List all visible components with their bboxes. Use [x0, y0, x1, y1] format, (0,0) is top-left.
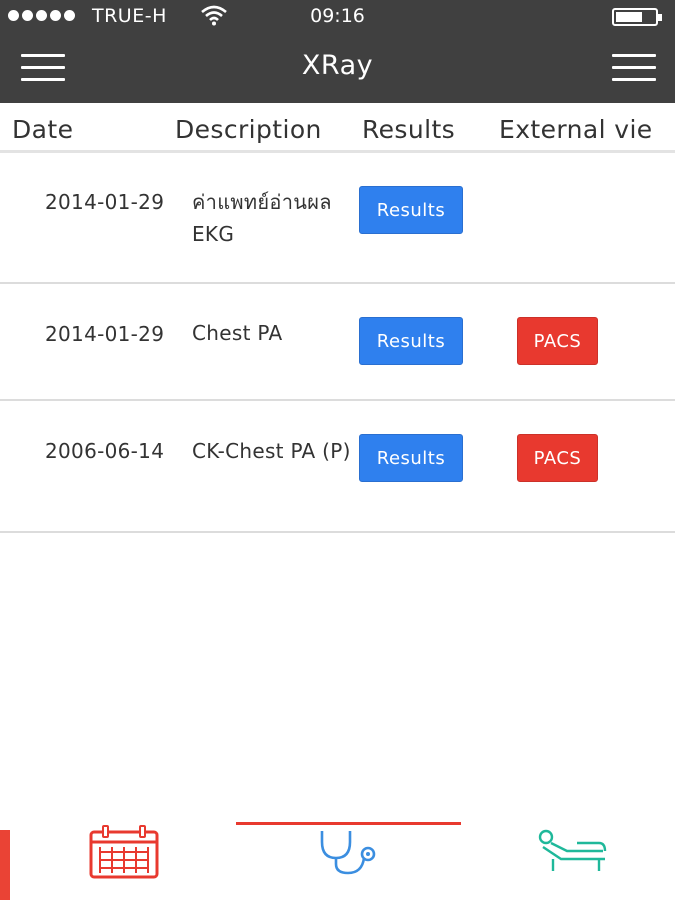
row-description: Chest PA — [192, 321, 283, 345]
pacs-button[interactable]: PACS — [517, 434, 598, 482]
column-header-results: Results — [362, 115, 456, 144]
table-row: 2014-01-29 ค่าแพทย์อ่านผล EKG Results — [0, 153, 675, 284]
results-button[interactable]: Results — [359, 186, 463, 234]
options-menu-icon[interactable] — [612, 54, 656, 82]
patient-bed-icon[interactable] — [537, 829, 609, 873]
row-description: CK-Chest PA (P) — [192, 439, 351, 463]
row-date: 2014-01-29 — [45, 322, 165, 346]
navigation-bar: TRUE-H 09:16 XRay — [0, 0, 675, 103]
selected-tab-indicator — [236, 822, 461, 825]
table-row: 2014-01-29 Chest PA Results PACS — [0, 284, 675, 401]
table-row: 2006-06-14 CK-Chest PA (P) Results PACS — [0, 401, 675, 533]
battery-icon — [612, 8, 662, 26]
row-date: 2014-01-29 — [45, 190, 165, 214]
results-button[interactable]: Results — [359, 317, 463, 365]
pacs-button[interactable]: PACS — [517, 317, 598, 365]
tab-bar-edge-marker — [0, 830, 10, 900]
table-header: Date Description Results External vie — [0, 103, 675, 153]
column-header-date: Date — [12, 115, 74, 144]
stethoscope-icon[interactable] — [318, 828, 380, 876]
row-date: 2006-06-14 — [45, 439, 165, 463]
row-description: ค่าแพทย์อ่านผล EKG — [192, 190, 332, 246]
page-title: XRay — [301, 50, 374, 81]
status-bar: TRUE-H 09:16 — [0, 0, 675, 34]
calendar-icon[interactable] — [89, 825, 159, 879]
status-time: 09:16 — [310, 5, 365, 27]
column-header-external-view: External vie — [499, 115, 653, 144]
results-button[interactable]: Results — [359, 434, 463, 482]
column-header-description: Description — [175, 115, 322, 144]
